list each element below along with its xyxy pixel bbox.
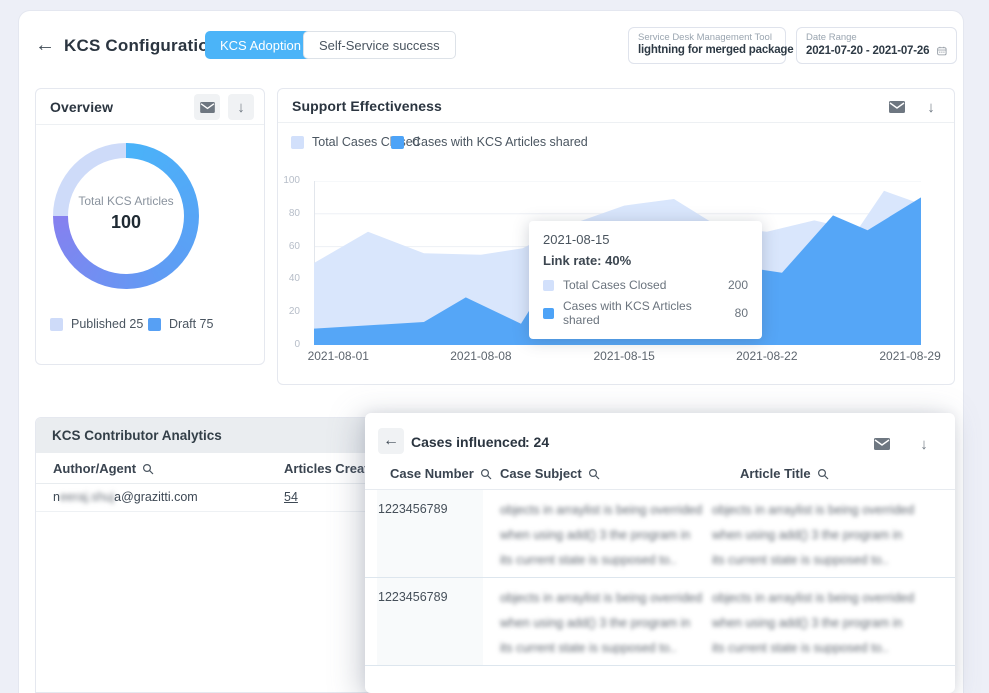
article-title-blurred: objects in arraylist is being overrided … (712, 586, 942, 661)
y-axis-tick: 80 (289, 208, 300, 219)
tooltip-kcs-label: Cases with KCS Articles shared (563, 299, 726, 327)
legend-cases-kcs-label: Cases with KCS Articles shared (412, 135, 588, 149)
blurred-email-part: eeraj.shuj (60, 490, 114, 504)
case-table-row: 1223456789 objects in arraylist is being… (365, 578, 955, 666)
date-range-value: 2021-07-20 - 2021-07-26 (806, 45, 929, 57)
legend-swatch-published (50, 318, 63, 331)
x-axis-label: 2021-08-29 (879, 349, 940, 363)
cases-influenced-title: Cases influenced (411, 434, 526, 450)
service-desk-tool-select[interactable]: Service Desk Management Tool lightning f… (628, 27, 786, 64)
articles-created-link[interactable]: 54 (284, 490, 298, 504)
search-icon[interactable] (588, 468, 600, 480)
tooltip-swatch-total (543, 280, 554, 291)
case-number-value: 1223456789 (378, 502, 448, 516)
y-axis-tick: 40 (289, 273, 300, 284)
service-desk-tool-label: Service Desk Management Tool (638, 32, 776, 43)
article-title-header-label: Article Title (740, 466, 811, 481)
legend-published-label: Published 25 (71, 317, 143, 331)
back-icon[interactable]: ← (32, 32, 58, 58)
author-email: neeraj.shuja@grazitti.com (53, 490, 198, 504)
tooltip-total-label: Total Cases Closed (563, 278, 719, 292)
x-axis-label: 2021-08-01 (308, 349, 369, 363)
x-axis: 2021-08-012021-08-082021-08-152021-08-22… (314, 349, 921, 365)
article-title-blurred: objects in arraylist is being overrided … (712, 498, 942, 573)
mail-icon[interactable] (869, 431, 895, 457)
mail-icon[interactable] (194, 94, 220, 120)
legend-swatch-draft (148, 318, 161, 331)
tooltip-row-total-cases: Total Cases Closed 200 (543, 278, 748, 292)
donut-center-text: Total KCS Articles 100 (53, 194, 199, 233)
tooltip-date: 2021-08-15 (543, 232, 748, 247)
tooltip-link-rate: Link rate: 40% (543, 253, 748, 268)
x-axis-label: 2021-08-08 (450, 349, 511, 363)
column-header-case-subject: Case Subject (500, 466, 600, 481)
support-effectiveness-card: Support Effectiveness ↓ Total Cases Clos… (277, 88, 955, 385)
legend-swatch-total-cases (291, 136, 304, 149)
case-number-value: 1223456789 (378, 590, 448, 604)
search-icon[interactable] (142, 463, 154, 475)
legend-draft: Draft 75 (148, 317, 213, 331)
page-title: KCS Configuration (64, 36, 219, 56)
tab-self-service-success[interactable]: Self-Service success (303, 31, 456, 59)
legend-draft-label: Draft 75 (169, 317, 213, 331)
calendar-icon[interactable] (937, 44, 947, 58)
author-agent-header-label: Author/Agent (53, 461, 136, 476)
tab-self-service-label: Self-Service success (319, 38, 440, 53)
back-icon[interactable]: ← (378, 428, 404, 454)
donut-center-label: Total KCS Articles (53, 194, 199, 208)
search-icon[interactable] (817, 468, 829, 480)
y-axis-tick: 60 (289, 241, 300, 252)
donut-center-value: 100 (53, 212, 199, 233)
cases-influenced-card: ← Cases influenced : 24 ↓ Case Number Ca… (365, 413, 955, 693)
download-icon[interactable]: ↓ (228, 94, 254, 120)
case-subject-header-label: Case Subject (500, 466, 582, 481)
y-axis-tick: 0 (294, 339, 300, 350)
service-desk-tool-value: lightning for merged package (638, 44, 793, 56)
legend-swatch-cases-kcs (391, 136, 404, 149)
contributor-card-title: KCS Contributor Analytics (52, 428, 222, 443)
x-axis-label: 2021-08-22 (736, 349, 797, 363)
case-subject-blurred: objects in arraylist is being overrided … (500, 498, 730, 573)
date-range-label: Date Range (806, 32, 947, 43)
tab-kcs-adoption-label: KCS Adoption (220, 38, 301, 53)
tooltip-swatch-kcs (543, 308, 554, 319)
legend-cases-with-kcs: Cases with KCS Articles shared (391, 135, 588, 149)
case-table-row: 1223456789 objects in arraylist is being… (365, 490, 955, 578)
chart-tooltip: 2021-08-15 Link rate: 40% Total Cases Cl… (529, 221, 762, 339)
case-subject-blurred: objects in arraylist is being overrided … (500, 586, 730, 661)
y-axis: 020406080100 (278, 181, 308, 345)
legend-published: Published 25 (50, 317, 143, 331)
column-header-author-agent: Author/Agent (53, 461, 154, 476)
date-range-input[interactable]: Date Range 2021-07-20 - 2021-07-26 (796, 27, 957, 64)
search-icon[interactable] (480, 468, 492, 480)
support-card-title: Support Effectiveness (292, 98, 442, 114)
cases-influenced-count: : 24 (525, 434, 549, 450)
y-axis-tick: 20 (289, 306, 300, 317)
column-header-case-number: Case Number (390, 466, 492, 481)
tooltip-row-cases-kcs: Cases with KCS Articles shared 80 (543, 299, 748, 327)
tab-kcs-adoption[interactable]: KCS Adoption (205, 31, 316, 59)
case-number-header-label: Case Number (390, 466, 474, 481)
x-axis-label: 2021-08-15 (593, 349, 654, 363)
download-icon[interactable]: ↓ (918, 94, 944, 120)
column-header-article-title: Article Title (740, 466, 829, 481)
kcs-configuration-dashboard: ← KCS Configuration KCS Adoption Self-Se… (0, 0, 989, 693)
mail-icon[interactable] (884, 94, 910, 120)
overview-card-title: Overview (50, 99, 113, 115)
y-axis-tick: 100 (283, 175, 300, 186)
download-icon[interactable]: ↓ (911, 431, 937, 457)
tooltip-kcs-value: 80 (735, 306, 748, 320)
tooltip-total-value: 200 (728, 278, 748, 292)
overview-card: Overview ↓ Total KCS Articles 100 Publis… (35, 88, 265, 365)
